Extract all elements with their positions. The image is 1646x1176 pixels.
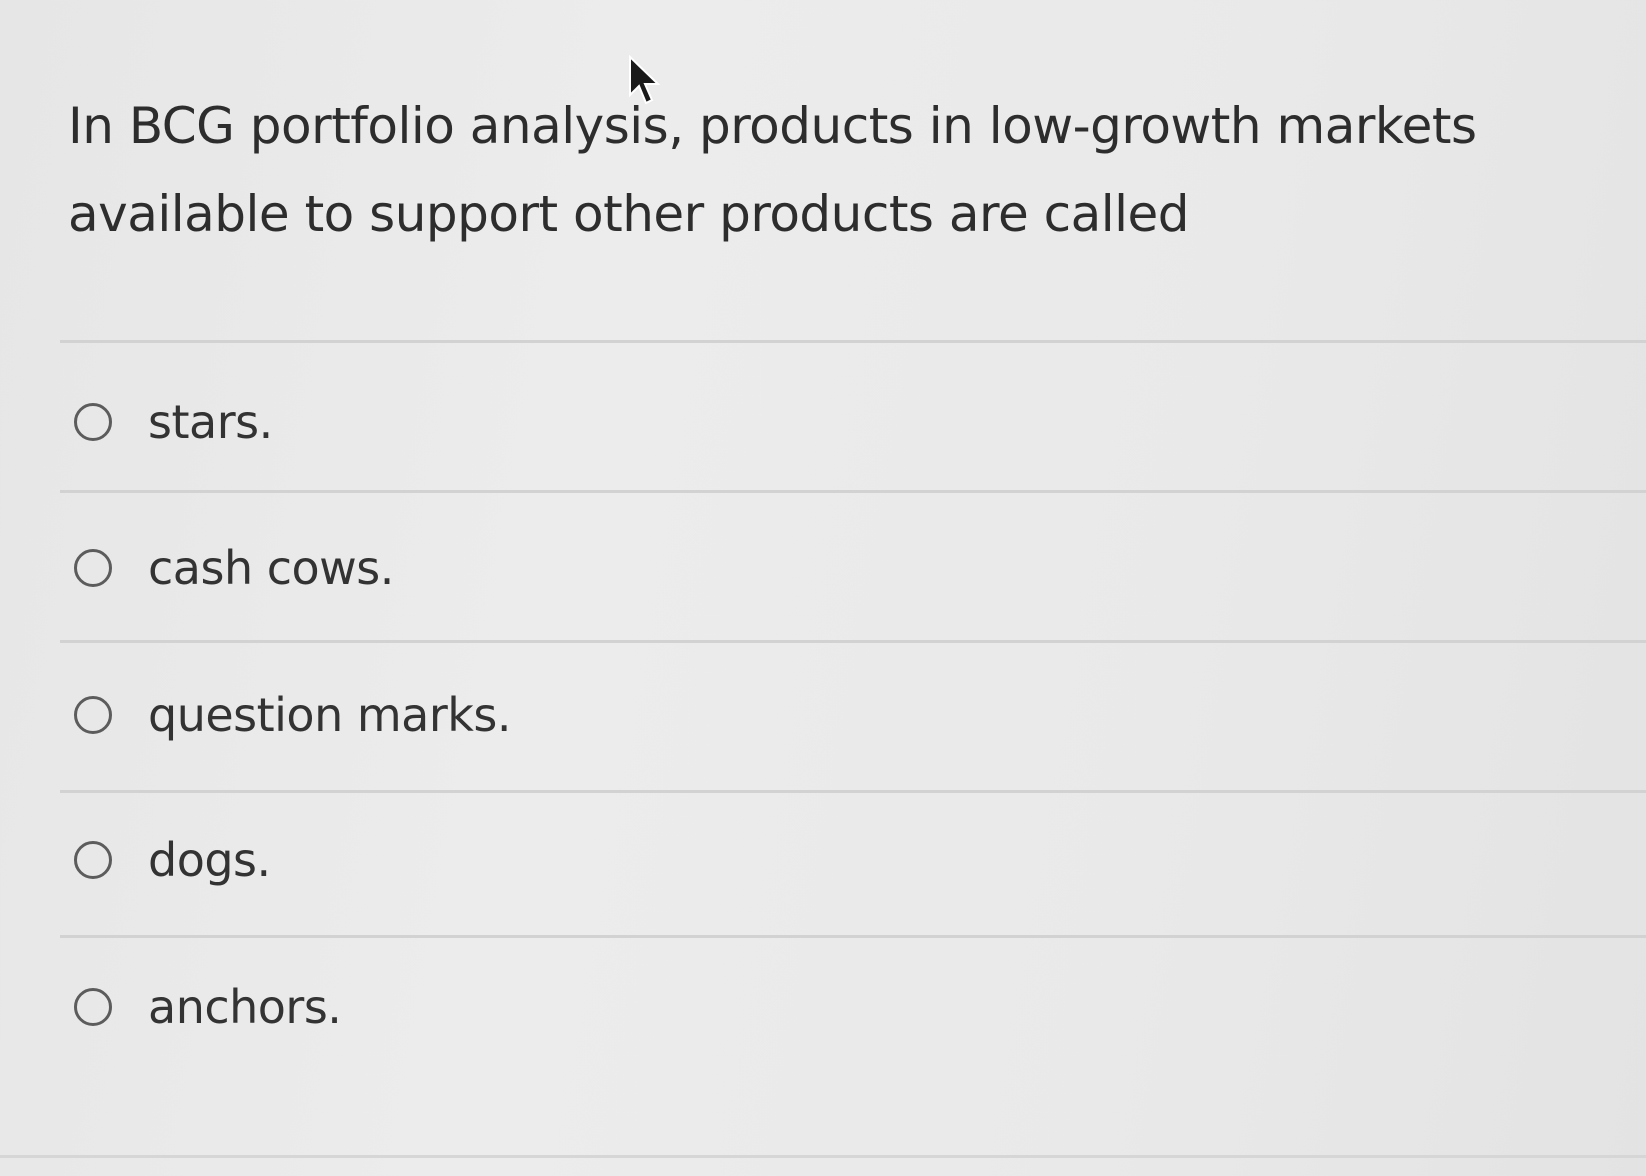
question-line-1: In BCG portfolio analysis, products in l… [68,97,1477,155]
answer-option-question-marks[interactable]: question marks. [74,670,1574,760]
answer-option-label: stars. [148,395,273,449]
answer-option-label: anchors. [148,980,342,1034]
divider [60,790,1646,793]
radio-unselected-icon[interactable] [74,696,112,734]
question-text: In BCG portfolio analysis, products in l… [68,82,1646,258]
radio-unselected-icon[interactable] [74,988,112,1026]
divider [60,490,1646,493]
radio-unselected-icon[interactable] [74,841,112,879]
radio-unselected-icon[interactable] [74,549,112,587]
divider [60,640,1646,643]
answer-option-label: dogs. [148,833,271,887]
answer-option-stars[interactable]: stars. [74,377,1574,467]
divider [60,935,1646,938]
answer-option-label: question marks. [148,688,512,742]
answer-option-label: cash cows. [148,541,394,595]
radio-unselected-icon[interactable] [74,403,112,441]
answer-option-anchors[interactable]: anchors. [74,962,1574,1052]
bottom-divider [0,1155,1646,1158]
answer-option-dogs[interactable]: dogs. [74,815,1574,905]
answer-option-cash-cows[interactable]: cash cows. [74,523,1574,613]
divider [60,340,1646,343]
question-line-2: available to support other products are … [68,185,1190,243]
